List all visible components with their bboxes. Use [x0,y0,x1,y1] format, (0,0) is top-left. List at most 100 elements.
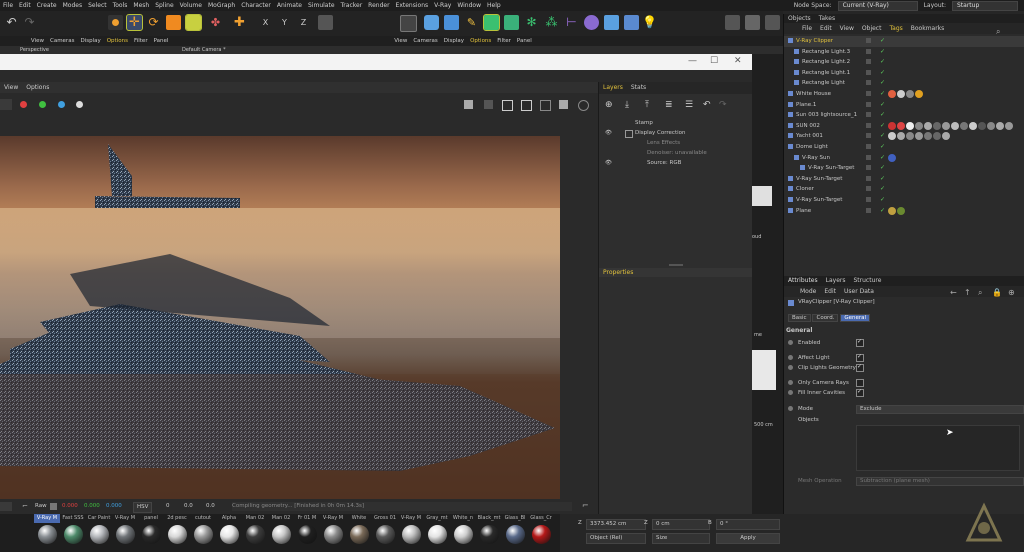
object-row[interactable]: Rectangle Light.1 ✓ [784,68,1024,79]
eye-icon[interactable]: 👁 [605,128,612,138]
object-row[interactable]: V-Ray Clipper ✓ [784,36,1024,47]
history-icon[interactable]: ⌐ [582,501,589,510]
tab-objects[interactable]: Objects [784,14,815,23]
material-tag-icon[interactable] [924,132,932,141]
render-button-icon[interactable] [559,100,568,109]
menu-vray[interactable]: V-Ray [431,0,454,11]
layer-color-box[interactable] [866,122,871,128]
render-view-icon[interactable] [400,15,417,32]
material-tag-icon[interactable] [915,90,923,98]
back-arrow-icon[interactable]: ← [946,287,961,298]
region-render-icon[interactable] [502,100,513,111]
picker-icon[interactable]: ⌐ [22,502,28,510]
material-tag-icon[interactable] [924,121,932,130]
layer-color-box[interactable] [866,80,871,86]
layer-color-box[interactable] [866,144,871,149]
primitive-icon[interactable] [444,15,459,30]
material-swatch[interactable]: cutout [190,514,216,552]
save-image-icon[interactable] [464,100,473,109]
object-row[interactable]: Yacht 001 ✓ [784,131,1024,142]
vp2-menu-view[interactable]: View [391,36,410,46]
apply-button[interactable]: Apply [716,533,780,544]
menu-select[interactable]: Select [85,0,110,11]
coordinate-system-icon[interactable] [185,14,202,31]
maximize-icon[interactable]: ☐ [710,56,718,66]
mode-radio-icon[interactable] [788,406,793,411]
layer-color-box[interactable] [866,154,871,160]
menu-file[interactable]: File [0,0,16,11]
material-tag-icon[interactable] [996,121,1004,130]
visibility-check-icon[interactable]: ✓ [880,174,885,185]
visibility-check-icon[interactable]: ✓ [880,78,885,89]
vfb-menu-view[interactable]: View [0,82,22,93]
lens-icon[interactable] [540,100,551,111]
material-tag-icon[interactable] [933,121,941,130]
obj-menu-view[interactable]: View [836,23,858,34]
field-icon[interactable]: ⁂ [544,15,559,30]
material-swatch[interactable]: Fast SSS [60,514,86,552]
layer-color-box[interactable] [866,69,871,75]
layer-list-icon[interactable]: ☰ [685,100,693,110]
visibility-check-icon[interactable]: ✓ [880,142,885,153]
render-icon[interactable] [725,15,740,30]
material-tag-icon[interactable] [888,206,896,215]
undo-icon[interactable]: ↶ [4,15,19,30]
layer-preset-icon[interactable]: ≣ [665,100,673,110]
vp2-menu-options[interactable]: Options [467,36,494,46]
material-tag-icon[interactable] [888,121,896,130]
menu-extensions[interactable]: Extensions [393,0,432,11]
red-channel-icon[interactable] [20,101,27,108]
floor-icon[interactable] [604,15,619,30]
cube-icon[interactable] [424,15,439,30]
material-tag-icon[interactable] [906,121,914,130]
load-image-icon[interactable] [484,100,493,109]
menu-help[interactable]: Help [484,0,504,11]
attribute-checkbox[interactable] [856,352,864,362]
material-tag-icon[interactable] [969,121,977,130]
menu-tools[interactable]: Tools [110,0,131,11]
material-tag-icon[interactable] [888,90,896,98]
obj-menu-bookmarks[interactable]: Bookmarks [907,23,949,34]
object-row[interactable]: V-Ray Sun-Target ✓ [784,195,1024,206]
live-selection-icon[interactable] [108,15,123,30]
material-swatch[interactable]: Man 02 [242,514,268,552]
attr-menu-edit[interactable]: Edit [820,286,840,297]
add-layer-icon[interactable]: ⊕ [605,100,613,110]
material-tag-icon[interactable] [897,90,905,98]
tab-structure[interactable]: Structure [849,276,885,285]
vp-menu-display[interactable]: Display [77,36,103,46]
object-row[interactable]: Plane ✓ [784,206,1024,217]
material-swatch[interactable]: Man 02 [268,514,294,552]
material-swatch[interactable]: Gross 01 [372,514,398,552]
layer-row[interactable]: Denoiser: unavailable [599,148,753,158]
z-position-field[interactable]: 3373.452 cm [586,519,646,530]
material-tag-icon[interactable] [897,132,905,141]
menu-edit[interactable]: Edit [16,0,34,11]
object-row[interactable]: Plane.1 ✓ [784,100,1024,111]
layer-color-box[interactable] [866,38,871,43]
pen-icon[interactable]: ✎ [464,15,479,30]
vp-menu-options[interactable]: Options [104,36,131,46]
tab-layers-attr[interactable]: Layers [822,276,850,285]
visibility-check-icon[interactable]: ✓ [880,153,885,164]
animate-radio-icon[interactable] [788,380,793,385]
layer-row[interactable]: 👁 Display Correction [599,128,753,138]
animate-radio-icon[interactable] [788,355,793,360]
material-swatch[interactable]: V-Ray M [112,514,138,552]
node-space-dropdown[interactable]: Current (V-Ray) [837,0,918,11]
material-swatch[interactable]: Alpha [216,514,242,552]
menu-tracker[interactable]: Tracker [338,0,366,11]
visibility-check-icon[interactable]: ✓ [880,163,885,174]
coordinate-toggle-icon[interactable] [318,15,333,30]
layer-color-box[interactable] [866,186,871,192]
material-tag-icon[interactable] [897,121,905,130]
undo-layer-icon[interactable]: ↶ [703,100,711,110]
scale-icon[interactable] [166,15,181,30]
object-row[interactable]: V-Ray Sun-Target ✓ [784,174,1024,185]
vfb-menu-options[interactable]: Options [22,82,53,93]
material-tag-icon[interactable] [915,132,923,141]
stop-render-icon[interactable] [578,100,589,111]
layer-color-box[interactable] [866,91,871,96]
vp2-menu-panel[interactable]: Panel [514,36,535,46]
material-swatch[interactable]: Gray_mt [424,514,450,552]
